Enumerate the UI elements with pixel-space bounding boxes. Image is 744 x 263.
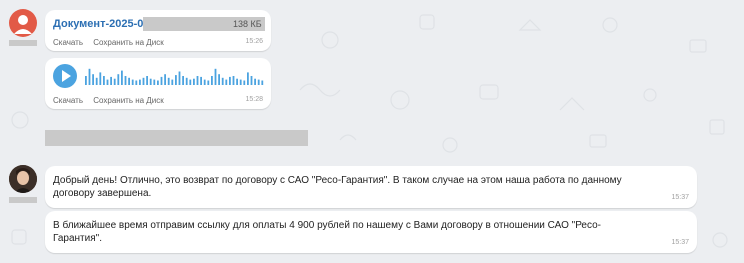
incoming-message[interactable]: Добрый день! Отлично, это возврат по дог… xyxy=(45,166,697,208)
download-button[interactable]: Скачать xyxy=(53,96,83,105)
waveform-bar xyxy=(261,80,264,85)
message-time: 15:37 xyxy=(671,239,689,246)
document-message[interactable]: Документ-2025-05- 138 КБ Скачать Сохрани… xyxy=(45,10,271,51)
waveform-bar xyxy=(164,74,166,85)
play-button[interactable] xyxy=(53,64,77,88)
waveform-bar xyxy=(139,79,141,85)
waveform-bar xyxy=(121,70,123,85)
waveform-bar xyxy=(85,76,87,85)
waveform-bar xyxy=(106,79,109,85)
waveform-bar xyxy=(149,78,152,85)
waveform-bar xyxy=(193,78,195,85)
waveform-bar xyxy=(232,76,235,85)
waveform-bar xyxy=(92,74,94,85)
download-button[interactable]: Скачать xyxy=(53,38,83,47)
voice-actions: Скачать Сохранить на Диск xyxy=(53,96,172,105)
waveform-bar xyxy=(103,76,105,85)
waveform-bar xyxy=(99,72,102,85)
waveform-bar xyxy=(211,76,213,85)
waveform-bar xyxy=(225,79,228,85)
waveform-bar xyxy=(110,76,112,85)
voice-message[interactable]: Скачать Сохранить на Диск 15:28 xyxy=(45,58,271,109)
user-icon xyxy=(14,15,32,34)
message-time: 15:37 xyxy=(671,194,689,201)
waveform-bar xyxy=(247,72,249,85)
waveform-bar xyxy=(185,77,188,85)
message-text: Добрый день! Отлично, это возврат по дог… xyxy=(53,175,622,199)
incoming-message[interactable]: В ближайшее время отправим ссылку для оп… xyxy=(45,211,697,253)
waveform-bar xyxy=(236,78,238,85)
waveform-bar xyxy=(218,74,220,85)
voice-waveform[interactable] xyxy=(85,67,265,87)
waveform-bar xyxy=(229,76,231,85)
waveform-bar xyxy=(88,68,91,85)
message-time: 15:28 xyxy=(245,96,263,103)
document-size: 138 КБ xyxy=(233,19,262,29)
sender-name-redacted xyxy=(9,40,37,46)
message-text: В ближайшее время отправим ссылку для оп… xyxy=(53,220,601,244)
waveform-bar xyxy=(160,76,163,85)
waveform-bar xyxy=(124,76,127,85)
waveform-bar xyxy=(135,80,138,85)
waveform-bar xyxy=(254,78,256,85)
waveform-bar xyxy=(146,76,148,85)
waveform-bar xyxy=(167,77,170,85)
waveform-bar xyxy=(250,76,253,85)
save-to-disk-button[interactable]: Сохранить на Диск xyxy=(93,38,163,47)
waveform-bar xyxy=(153,79,156,85)
operator-name-redacted xyxy=(9,197,37,203)
sender-avatar[interactable] xyxy=(9,9,37,37)
waveform-bar xyxy=(203,79,206,85)
waveform-bar xyxy=(243,80,246,85)
waveform-bar xyxy=(257,79,260,85)
waveform-bar xyxy=(214,68,217,85)
waveform-bar xyxy=(189,79,192,85)
waveform-bar xyxy=(182,76,184,85)
operator-photo xyxy=(9,165,37,193)
waveform-bar xyxy=(207,80,210,85)
waveform-bar xyxy=(157,80,159,85)
waveform-bar xyxy=(239,79,242,85)
message-time: 15:26 xyxy=(245,38,263,45)
waveform-bar xyxy=(178,71,181,85)
waveform-bar xyxy=(128,77,130,85)
waveform-bar xyxy=(171,79,174,85)
waveform-bar xyxy=(142,77,145,85)
waveform-bar xyxy=(117,74,120,85)
waveform-bar xyxy=(196,76,199,85)
date-separator-redacted xyxy=(45,130,308,146)
save-to-disk-button[interactable]: Сохранить на Диск xyxy=(93,96,163,105)
document-title[interactable]: Документ-2025-05- xyxy=(53,18,153,30)
waveform-bar xyxy=(113,78,116,85)
operator-avatar[interactable] xyxy=(9,165,37,193)
waveform-bar xyxy=(200,76,202,85)
waveform-bar xyxy=(95,77,98,85)
waveform-bar xyxy=(175,75,177,85)
document-actions: Скачать Сохранить на Диск xyxy=(53,38,172,47)
waveform-bar xyxy=(221,77,224,85)
waveform-bar xyxy=(131,79,134,85)
